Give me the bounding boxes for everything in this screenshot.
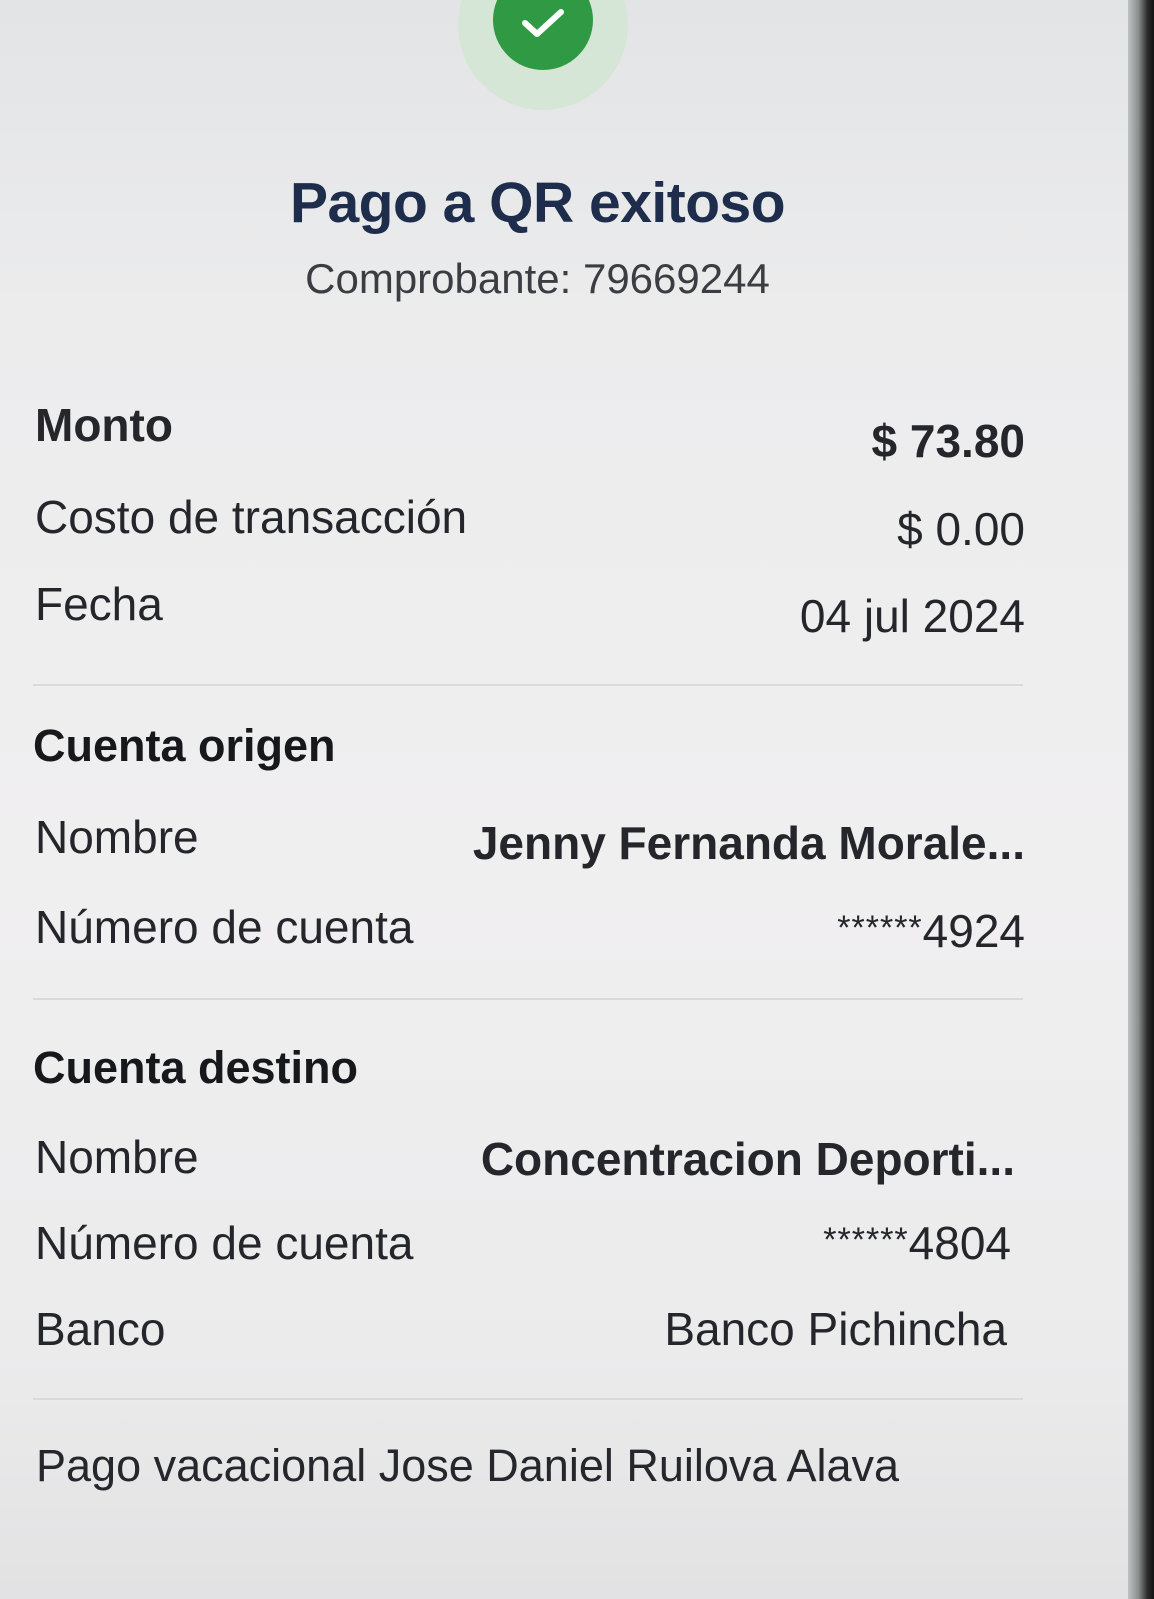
page-title: Pago a QR exitoso [289,171,786,235]
origin-number-value: ******4924 [837,904,1025,958]
bank-label: Banco [35,1303,166,1355]
origin-number-mask: ****** [837,909,923,947]
receipt-number: 79669244 [582,255,770,302]
destination-number-value: ******4804 [823,1216,1011,1270]
amount-label: Monto [35,399,173,451]
divider [33,684,1023,686]
receipt-screen: Pago a QR exitoso Comprobante: 79669244 … [0,0,1130,1599]
divider [33,998,1023,1000]
origin-account-heading: Cuenta origen [33,720,336,771]
fee-label: Costo de transacción [35,491,468,543]
origin-number-label: Número de cuenta [35,901,414,953]
destination-number-suffix: 4804 [908,1217,1011,1269]
payment-memo: Pago vacacional Jose Daniel Ruilova Alav… [36,1440,900,1491]
destination-name-value: Concentracion Deporti... [480,1133,1015,1185]
fee-value: $ 0.00 [897,503,1025,555]
origin-number-row: Número de cuenta ******4924 [35,900,1025,960]
divider [33,1398,1023,1400]
destination-number-label: Número de cuenta [35,1217,414,1269]
bank-value: Banco Pichincha [664,1303,1007,1355]
destination-number-row: Número de cuenta ******4804 [35,1216,1025,1276]
date-row: Fecha 04 jul 2024 [35,577,1025,642]
destination-account-heading: Cuenta destino [33,1042,359,1093]
date-value: 04 jul 2024 [799,590,1025,642]
origin-name-label: Nombre [35,811,199,863]
amount-value: $ 73.80 [871,415,1025,467]
fee-row: Costo de transacción $ 0.00 [35,490,1025,555]
destination-number-mask: ****** [823,1221,909,1259]
receipt-number-line: Comprobante: 79669244 [0,255,1075,303]
destination-name-label: Nombre [35,1131,199,1183]
destination-name-row: Nombre Concentracion Deporti... [35,1130,1025,1190]
date-label: Fecha [35,578,163,630]
checkmark-glyph [522,9,564,37]
origin-name-value: Jenny Fernanda Morale... [472,817,1025,869]
bank-row: Banco Banco Pichincha [35,1302,1025,1362]
origin-name-row: Nombre Jenny Fernanda Morale... [35,810,1025,870]
device-bezel [1128,0,1154,1599]
origin-number-suffix: 4924 [922,905,1025,957]
receipt-label: Comprobante: [305,255,572,302]
amount-row: Monto $ 73.80 [35,398,1025,467]
